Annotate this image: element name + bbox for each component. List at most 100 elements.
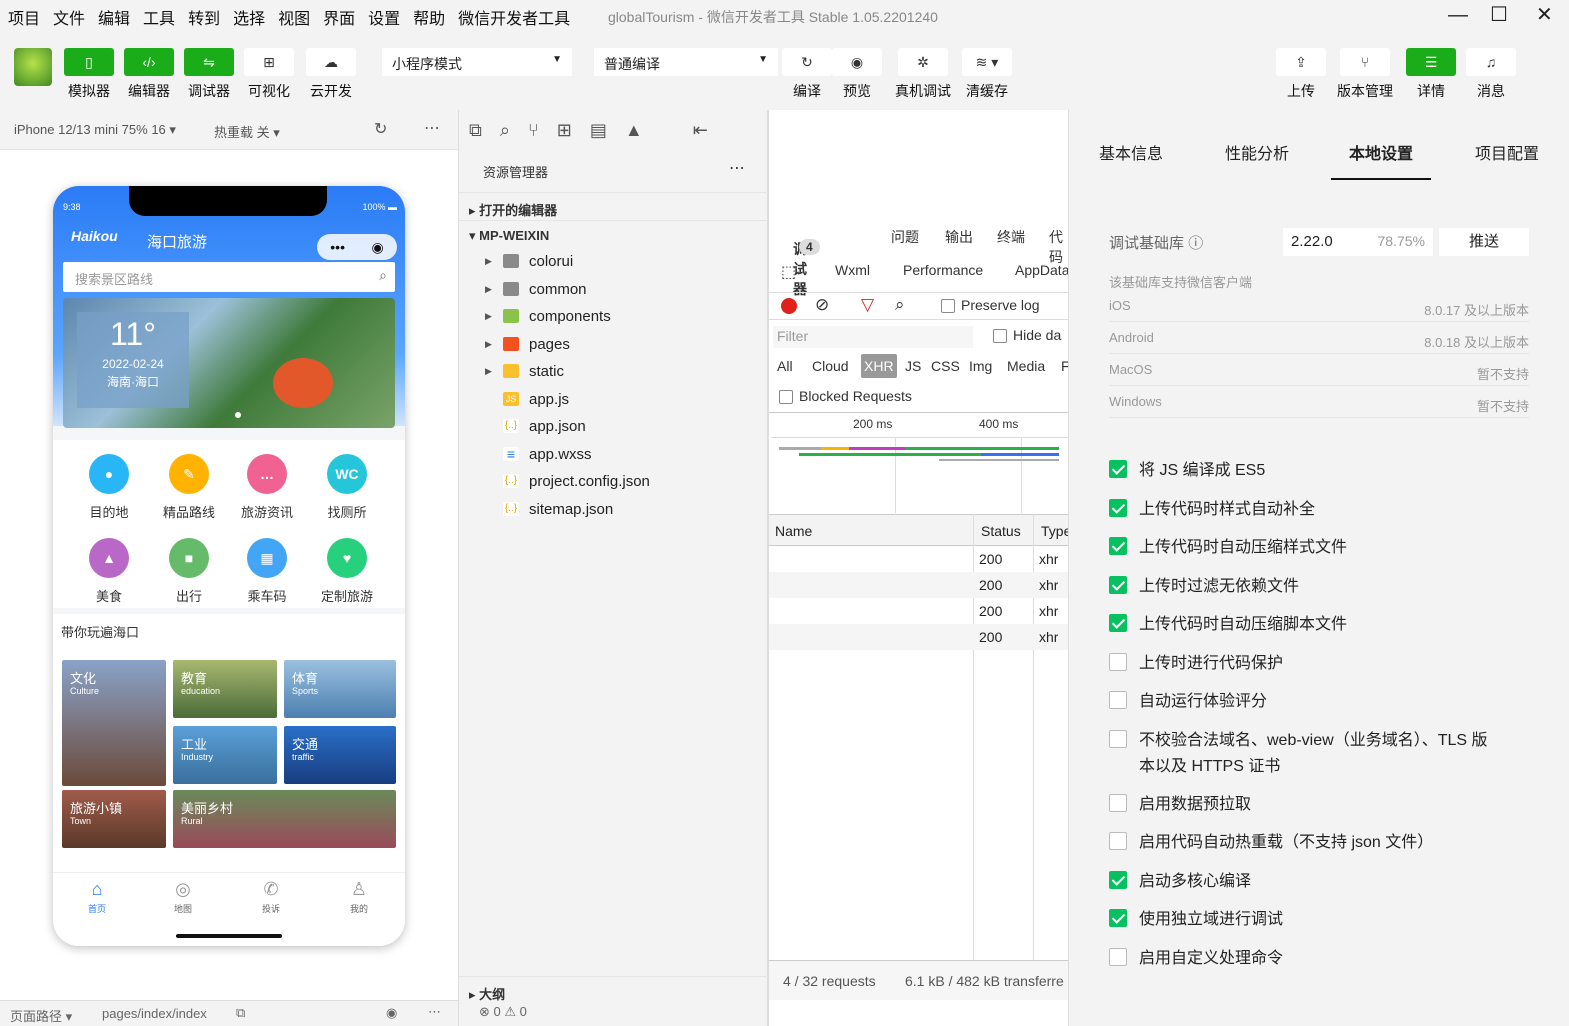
- preserve-log-checkbox[interactable]: Preserve log: [941, 297, 1040, 314]
- file-folder[interactable]: ▶ colorui: [459, 248, 769, 276]
- hide-data-checkbox[interactable]: Hide da: [993, 327, 1061, 344]
- tab-map[interactable]: ◎ 地图: [143, 879, 223, 915]
- tile-town[interactable]: 旅游小镇 Town: [62, 790, 166, 848]
- menu-settings[interactable]: 设置: [368, 5, 400, 29]
- type-media[interactable]: Media: [1007, 358, 1045, 374]
- tab-terminal[interactable]: 终端: [997, 227, 1025, 247]
- type-js[interactable]: JS: [905, 358, 921, 374]
- checkbox[interactable]: [941, 299, 955, 314]
- tab-performance[interactable]: 性能分析: [1225, 140, 1289, 164]
- copy-icon[interactable]: ⧉: [236, 1005, 245, 1021]
- file-js[interactable]: JS app.js: [459, 386, 769, 414]
- checkbox[interactable]: [1109, 948, 1127, 966]
- table-row[interactable]: viewImages.do200xhr: [769, 572, 1068, 598]
- tab-issues[interactable]: 问题: [891, 227, 919, 247]
- checkbox[interactable]: [779, 390, 793, 405]
- upload-button[interactable]: ⇪ 上传: [1272, 48, 1330, 101]
- panel-appdata[interactable]: AppData: [1015, 262, 1068, 278]
- type-all[interactable]: All: [777, 358, 793, 374]
- tab-local-settings[interactable]: 本地设置: [1349, 140, 1413, 164]
- base-library-select[interactable]: 2.22.0 78.75%: [1283, 228, 1433, 256]
- search-input[interactable]: 搜索景区路线 ⌕: [63, 262, 395, 292]
- capsule-menu[interactable]: ••• ◉: [317, 234, 397, 260]
- more-icon[interactable]: ⋯: [424, 118, 440, 138]
- checkbox[interactable]: [1109, 730, 1127, 748]
- eye-icon[interactable]: ◉: [386, 1005, 397, 1021]
- table-row[interactable]: ajaxPage.do?currentPag...200xhr: [769, 598, 1068, 624]
- maximize-icon[interactable]: ☐: [1490, 2, 1508, 27]
- search-icon[interactable]: ⌕: [500, 120, 510, 141]
- git-icon[interactable]: ⑂: [528, 120, 539, 141]
- menu-help[interactable]: 帮助: [413, 5, 445, 29]
- minimize-icon[interactable]: —: [1448, 4, 1468, 27]
- blocked-requests-checkbox[interactable]: Blocked Requests: [779, 388, 912, 405]
- feature-6[interactable]: ▦ 乘车码: [227, 538, 307, 605]
- file-json[interactable]: {..} project.config.json: [459, 468, 769, 496]
- avatar[interactable]: [14, 48, 52, 86]
- page-path-label[interactable]: 页面路径 ▾: [10, 1006, 72, 1025]
- menu-goto[interactable]: 转到: [188, 5, 220, 29]
- menu-interface[interactable]: 界面: [323, 5, 355, 29]
- banner-carousel[interactable]: 11° 2022-02-24 海南·海口: [63, 298, 395, 428]
- inspect-icon[interactable]: ⬚: [781, 262, 796, 282]
- mode-select[interactable]: 小程序模式 ▼: [382, 48, 572, 76]
- debugger-button[interactable]: ⇋ 调试器: [180, 48, 238, 101]
- tab-mine[interactable]: ♙ 我的: [319, 879, 399, 915]
- file-json[interactable]: {..} app.json: [459, 413, 769, 441]
- type-img[interactable]: Img: [969, 358, 992, 374]
- version-button[interactable]: ⑂ 版本管理: [1336, 48, 1394, 101]
- search-icon[interactable]: ⌕: [895, 295, 905, 315]
- message-button[interactable]: ♫ 消息: [1462, 48, 1520, 101]
- checkbox[interactable]: [1109, 614, 1127, 632]
- filter-input[interactable]: Filter: [773, 326, 973, 348]
- visual-button[interactable]: ⊞ 可视化: [240, 48, 298, 101]
- docker-icon[interactable]: ▲: [625, 120, 643, 141]
- device-select[interactable]: iPhone 12/13 mini 75% 16 ▾: [14, 122, 176, 138]
- push-button[interactable]: 推送: [1439, 228, 1529, 256]
- tab-project-config[interactable]: 项目配置: [1475, 140, 1539, 164]
- type-font[interactable]: F: [1061, 358, 1068, 374]
- checkbox[interactable]: [1109, 499, 1127, 517]
- col-type[interactable]: Type: [1041, 523, 1068, 539]
- menu-select[interactable]: 选择: [233, 5, 265, 29]
- tab-complaint[interactable]: ✆ 投诉: [231, 879, 311, 915]
- tile-sports[interactable]: 体育 Sports: [284, 660, 396, 718]
- file-folder-green[interactable]: ▶ components: [459, 303, 769, 331]
- more-icon[interactable]: ⋯: [428, 1004, 441, 1020]
- tab-output[interactable]: 输出: [945, 227, 973, 247]
- tab-home[interactable]: ⌂ 首页: [57, 879, 137, 915]
- more-icon[interactable]: ⋯: [729, 158, 745, 178]
- tile-industry[interactable]: 工业 Industry: [173, 726, 277, 784]
- carousel-dot[interactable]: [235, 412, 241, 418]
- checkbox[interactable]: [1109, 871, 1127, 889]
- feature-5[interactable]: ■ 出行: [149, 538, 229, 605]
- menu-file[interactable]: 文件: [53, 5, 85, 29]
- panel-wxml[interactable]: Wxml: [835, 262, 870, 278]
- feature-2[interactable]: … 旅游资讯: [227, 454, 307, 521]
- table-row[interactable]: login.do200xhr: [769, 624, 1068, 650]
- feature-7[interactable]: ♥ 定制旅游: [307, 538, 387, 605]
- cloud-button[interactable]: ☁ 云开发: [302, 48, 360, 101]
- close-circle-icon[interactable]: ◉: [372, 239, 384, 256]
- editor-button[interactable]: ‹/› 编辑器: [120, 48, 178, 101]
- type-xhr[interactable]: XHR: [861, 354, 897, 378]
- filter-icon[interactable]: ▽: [861, 295, 874, 315]
- checkbox[interactable]: [1109, 691, 1127, 709]
- extensions-icon[interactable]: ⊞: [557, 120, 572, 141]
- checkbox[interactable]: [1109, 537, 1127, 555]
- menu-project[interactable]: 项目: [8, 5, 40, 29]
- menu-tools[interactable]: 工具: [143, 5, 175, 29]
- col-status[interactable]: Status: [981, 523, 1021, 539]
- record-icon[interactable]: [781, 298, 797, 314]
- help-icon[interactable]: ⓘ: [1188, 235, 1203, 252]
- tile-rural[interactable]: 美丽乡村 Rural: [173, 790, 396, 848]
- clear-cache-button[interactable]: ≋ ▾ 清缓存: [958, 48, 1016, 101]
- file-wxss[interactable]: ≡ app.wxss: [459, 441, 769, 469]
- hot-reload-select[interactable]: 热重载 关 ▾: [214, 122, 280, 141]
- checkbox[interactable]: [1109, 794, 1127, 812]
- menu-view[interactable]: 视图: [278, 5, 310, 29]
- save-icon[interactable]: ▤: [590, 120, 607, 141]
- clear-icon[interactable]: ⊘: [815, 295, 829, 315]
- rotate-icon[interactable]: ↻: [374, 119, 387, 139]
- tile-culture[interactable]: 文化 Culture: [62, 660, 166, 786]
